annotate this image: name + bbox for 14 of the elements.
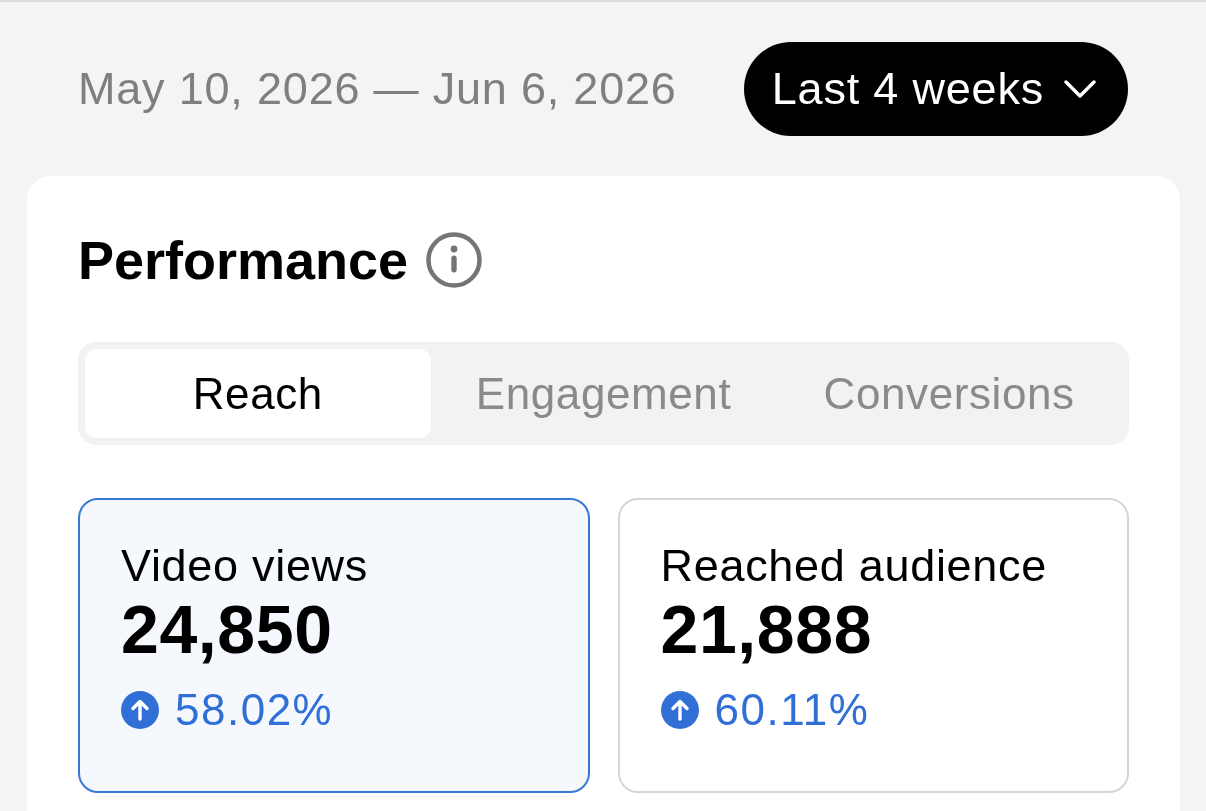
chevron-down-icon <box>1064 80 1096 98</box>
tab[interactable]: Reach <box>85 349 431 438</box>
metric-label: Reached audience <box>660 540 1047 592</box>
metric-value: 21,888 <box>660 592 873 666</box>
panel-title: Performance <box>78 230 409 290</box>
metric-card[interactable]: Video views 24,850 58.02% <box>78 498 590 793</box>
change-percent: 58.02% <box>175 684 334 736</box>
metric-label: Video views <box>121 540 368 592</box>
metric-card[interactable]: Reached audience 21,888 60.11% <box>617 498 1129 793</box>
change-percent: 60.11% <box>714 684 870 736</box>
metric-value: 24,850 <box>121 592 333 666</box>
info-icon[interactable] <box>426 232 483 288</box>
period-dropdown[interactable]: Last 4 weeks <box>743 42 1128 136</box>
date-range-text: May 10, 2026 — Jun 6, 2026 <box>78 63 677 115</box>
